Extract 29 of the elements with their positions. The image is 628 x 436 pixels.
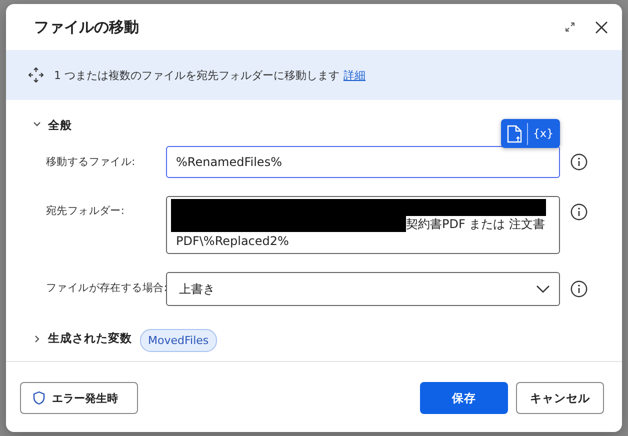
chevron-down-icon bbox=[536, 285, 550, 293]
cancel-button[interactable]: キャンセル bbox=[516, 382, 604, 414]
file-icon[interactable] bbox=[507, 124, 522, 142]
field-label: ファイルが存在する場合: bbox=[46, 281, 166, 295]
dropdown[interactable]: 上書き bbox=[166, 272, 560, 306]
move-arrows-icon bbox=[28, 67, 44, 83]
on-error-button[interactable]: エラー発生時 bbox=[20, 382, 138, 414]
info-icon[interactable] bbox=[570, 203, 588, 221]
section-title[interactable]: 生成された変数 bbox=[48, 331, 132, 346]
chevron-down-icon[interactable] bbox=[32, 119, 42, 129]
field-label: 移動するファイル: bbox=[46, 155, 136, 169]
chevron-right-icon[interactable] bbox=[32, 334, 42, 344]
field-label: 宛先フォルダー: bbox=[46, 204, 126, 218]
details-link[interactable]: 詳細 bbox=[344, 68, 366, 82]
field-text: 契約書PDF または 注文書 bbox=[406, 217, 546, 231]
input-field[interactable]: %RenamedFiles% bbox=[166, 146, 560, 178]
window-title: ファイルの移動 bbox=[34, 18, 140, 36]
shield-icon bbox=[33, 391, 45, 405]
section-title[interactable]: 全般 bbox=[48, 118, 72, 132]
description-text: 1 つまたは複数のファイルを宛先フォルダーに移動します bbox=[54, 68, 340, 82]
field-text: PDF\%Replaced2% bbox=[176, 234, 289, 248]
info-icon[interactable] bbox=[570, 153, 588, 171]
close-icon[interactable] bbox=[595, 20, 608, 34]
variable-chip[interactable]: MovedFiles bbox=[140, 329, 217, 352]
expand-icon[interactable] bbox=[565, 22, 575, 32]
input-field[interactable]: 契約書PDF または 注文書 PDF\%Replaced2% bbox=[166, 196, 560, 254]
variables-button[interactable]: {x} bbox=[533, 127, 554, 140]
info-icon[interactable] bbox=[570, 280, 588, 298]
save-button[interactable]: 保存 bbox=[420, 382, 508, 414]
